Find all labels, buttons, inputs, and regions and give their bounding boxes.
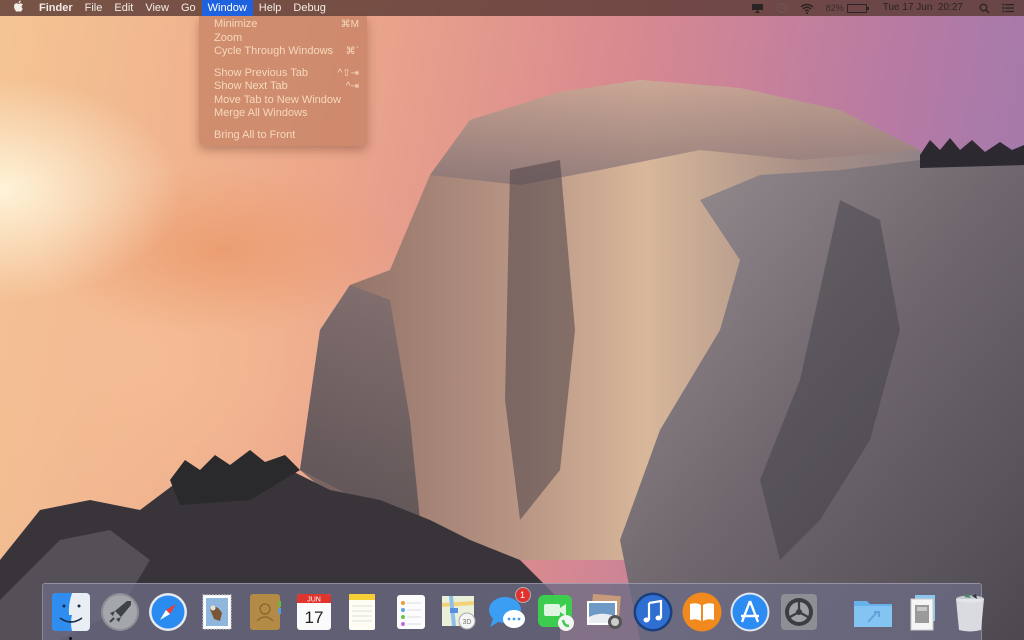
menu-edit[interactable]: Edit: [108, 0, 139, 16]
menu-help[interactable]: Help: [253, 0, 288, 16]
menu-finder[interactable]: Finder: [33, 0, 79, 16]
dock-safari[interactable]: [147, 591, 189, 633]
menu-item-label: Merge All Windows: [214, 107, 308, 119]
documents-stack-icon: [910, 595, 935, 631]
dock-reminders[interactable]: [390, 591, 432, 633]
menu-view[interactable]: View: [139, 0, 175, 16]
menu-item-label: Show Previous Tab: [214, 66, 308, 79]
menu-item-show-next-tab[interactable]: Show Next Tab ^⇥: [199, 80, 367, 94]
dock-finder[interactable]: [50, 591, 92, 640]
facetime-icon: [538, 595, 574, 631]
menu-debug[interactable]: Debug: [287, 0, 331, 16]
dock-photo-booth[interactable]: [584, 591, 626, 633]
trash-icon: [956, 594, 984, 632]
menu-item-label: Cycle Through Windows: [214, 45, 334, 57]
calendar-day: 17: [304, 608, 323, 627]
dock-trash[interactable]: [949, 591, 991, 633]
dock-documents-stack[interactable]: [901, 591, 943, 633]
app-store-icon: [730, 592, 770, 632]
menu-item-label: Bring All to Front: [214, 128, 296, 141]
half-dome-landscape: [0, 80, 1024, 640]
battery-status[interactable]: 82%: [820, 0, 873, 16]
wifi-icon[interactable]: [794, 0, 820, 16]
dock-calendar[interactable]: JUN 17: [293, 591, 335, 633]
dock-messages[interactable]: 1: [487, 588, 530, 633]
airplay-icon[interactable]: [745, 0, 770, 16]
battery-percent: 82%: [825, 3, 844, 13]
dock-notes[interactable]: [341, 591, 383, 633]
menu-item-shortcut: ⌘M: [340, 19, 359, 30]
menu-window[interactable]: Window: [201, 0, 253, 16]
menu-item-shortcut: ⌘`: [345, 46, 359, 57]
dock-applications-folder[interactable]: [852, 591, 894, 633]
menu-item-shortcut: ^⇧⇥: [337, 67, 359, 79]
menu-item-label: Show Next Tab: [214, 80, 288, 92]
photo-booth-icon: [586, 593, 622, 629]
calendar-icon: JUN 17: [296, 594, 331, 630]
safari-icon: [149, 593, 187, 631]
dock-mail[interactable]: [196, 591, 238, 633]
ibooks-icon: [682, 592, 721, 632]
launchpad-icon: [100, 593, 139, 631]
menu-item-zoom[interactable]: Zoom: [199, 32, 367, 46]
menu-item-label: Minimize: [214, 18, 258, 30]
applications-folder-icon: [854, 601, 892, 627]
notification-center-icon[interactable]: [996, 0, 1024, 16]
menu-item-shortcut: ^⇥: [345, 81, 359, 92]
dock-facetime[interactable]: [535, 591, 577, 633]
notes-icon: [349, 594, 375, 630]
menu-item-show-previous-tab[interactable]: Show Previous Tab ^⇧⇥: [199, 67, 367, 81]
apple-menu-icon[interactable]: [0, 0, 33, 16]
menu-bar: Finder File Edit View Go Window Help Deb…: [0, 0, 1024, 16]
menu-file[interactable]: File: [79, 0, 109, 16]
dock-itunes[interactable]: [632, 591, 674, 633]
finder-icon: [52, 593, 90, 631]
menu-item-bring-all-to-front[interactable]: Bring All to Front: [199, 129, 367, 143]
menu-item-merge-all-windows[interactable]: Merge All Windows: [199, 107, 367, 121]
menu-item-cycle-through-windows[interactable]: Cycle Through Windows ⌘`: [199, 45, 367, 59]
system-preferences-icon: [780, 594, 817, 630]
menu-item-minimize[interactable]: Minimize ⌘M: [199, 18, 367, 32]
spotlight-icon[interactable]: [973, 0, 996, 16]
mail-icon: [202, 594, 231, 630]
notification-badge: 1: [515, 588, 530, 602]
battery-icon: [846, 3, 869, 13]
dock: JUN 17 3D 1: [42, 583, 984, 640]
time-machine-icon[interactable]: [770, 0, 794, 16]
menu-separator: [199, 59, 367, 67]
dock-maps[interactable]: 3D: [438, 591, 480, 633]
desktop-wallpaper: [0, 0, 1024, 640]
dock-contacts[interactable]: [244, 591, 286, 633]
dock-app-store[interactable]: [729, 591, 771, 633]
dock-ibooks[interactable]: [681, 591, 723, 633]
window-menu-dropdown: Minimize ⌘M Zoom Cycle Through Windows ⌘…: [199, 16, 367, 146]
calendar-month: JUN: [307, 597, 321, 604]
itunes-icon: [633, 592, 673, 632]
dock-system-preferences[interactable]: [778, 591, 820, 633]
svg-text:3D: 3D: [463, 619, 472, 626]
menu-item-label: Move Tab to New Window: [214, 93, 341, 106]
clock[interactable]: Tue 17 Jun 20:27: [873, 0, 973, 16]
reminders-icon: [396, 595, 425, 629]
menu-go[interactable]: Go: [175, 0, 202, 16]
menu-item-move-tab-to-new-window[interactable]: Move Tab to New Window: [199, 94, 367, 108]
menu-item-label: Zoom: [214, 31, 243, 44]
maps-icon: 3D: [442, 596, 476, 630]
contacts-icon: [250, 594, 281, 630]
menu-separator: [199, 121, 367, 129]
dock-launchpad[interactable]: [99, 591, 141, 633]
